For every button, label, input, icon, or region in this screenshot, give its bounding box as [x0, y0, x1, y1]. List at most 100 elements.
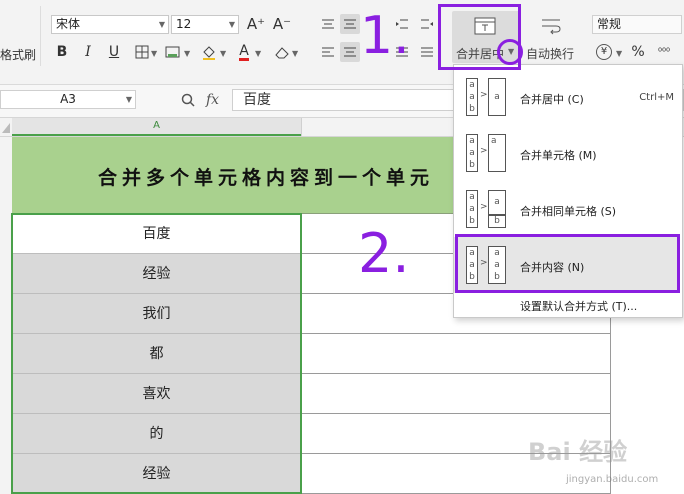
cell-a5[interactable]: 我们 [12, 294, 301, 334]
align-center-icon [344, 47, 356, 57]
chevron-down-icon: ▼ [616, 49, 623, 58]
borders-button[interactable] [132, 42, 152, 62]
font-color-icon: A [239, 42, 249, 61]
formula-value: 百度 [243, 92, 271, 108]
cell-value: 的 [149, 426, 164, 442]
chevron-down-icon: ▼ [255, 49, 262, 58]
chevron-down-icon: ▼ [158, 20, 165, 29]
wrap-text-label: 自动换行 [526, 47, 575, 61]
name-box[interactable]: A3 ▼ [0, 90, 136, 109]
thousands-icon: ⁰⁰⁰ [657, 46, 671, 58]
menu-item-label: 合并单元格 (M) [520, 149, 597, 162]
distributed-button[interactable] [417, 42, 437, 62]
cell-value: 经验 [142, 466, 171, 482]
align-top-button[interactable] [318, 14, 338, 34]
number-format-select[interactable]: 常规 [592, 15, 682, 34]
distributed-icon [421, 47, 433, 57]
outdent-button[interactable] [417, 14, 437, 34]
cell-value: 都 [149, 346, 164, 362]
chevron-down-icon: ▼ [228, 20, 235, 29]
fx-icon[interactable]: fx [206, 92, 219, 108]
merge-cells-option-icon: aab > a [466, 134, 508, 172]
cell-a8[interactable]: 的 [12, 414, 301, 454]
align-middle-button[interactable] [340, 14, 360, 34]
fill-color-button[interactable] [199, 42, 219, 62]
font-size-select[interactable]: 12 ▼ [171, 15, 239, 34]
cell-value: 喜欢 [142, 386, 171, 402]
corner-triangle-icon [2, 123, 10, 133]
merge-same-icon: aab > a b [466, 190, 508, 228]
grow-font-icon: A⁺ [246, 15, 266, 33]
bold-button[interactable]: B [52, 42, 72, 62]
font-color-button[interactable]: A [234, 42, 254, 62]
cell-a9[interactable]: 经验 [12, 454, 301, 494]
borders-icon [135, 45, 149, 59]
wrap-text-button[interactable]: 自动换行 [524, 11, 579, 63]
align-center-button[interactable] [340, 42, 360, 62]
watermark-url: jingyan.baidu.com [566, 474, 659, 485]
column-header-a[interactable]: A [12, 118, 301, 136]
underline-button[interactable]: U [104, 42, 124, 62]
font-name-value: 宋体 [56, 17, 81, 31]
thousands-button[interactable]: ⁰⁰⁰ [654, 42, 674, 62]
magnifier-icon [181, 93, 195, 107]
cell-value: 经验 [142, 266, 171, 282]
eraser-icon [275, 47, 289, 59]
currency-icon: ¥ [596, 44, 612, 60]
title-cell-text: 合并多个单元格内容到一个单元 [98, 167, 435, 189]
align-top-icon [322, 19, 334, 29]
annotation-circle-dropdown [497, 39, 523, 65]
chevron-down-icon: ▼ [220, 49, 227, 58]
annotation-box-merge-content [455, 234, 680, 293]
annotation-step-1: 1. [360, 6, 410, 66]
number-format-value: 常规 [597, 17, 622, 31]
chevron-down-icon: ▼ [125, 95, 132, 104]
percent-icon: % [631, 44, 645, 60]
percent-button[interactable]: % [628, 42, 648, 62]
menu-item-set-default[interactable]: 设置默认合并方式 (T)... [454, 295, 680, 315]
chevron-down-icon: ▼ [184, 49, 191, 58]
cell-style-icon [165, 46, 180, 58]
italic-button[interactable]: I [78, 42, 98, 62]
menu-item-shortcut: Ctrl+M [639, 92, 674, 103]
align-middle-icon [344, 19, 356, 29]
font-size-value: 12 [176, 17, 192, 31]
format-painter-button[interactable]: 格式刷 [0, 6, 41, 66]
cell-b7[interactable] [301, 374, 611, 414]
clear-button[interactable] [272, 42, 292, 62]
format-painter-label: 格式刷 [0, 48, 37, 62]
chevron-down-icon: ▼ [292, 49, 299, 58]
wrap-text-icon [542, 19, 561, 35]
cell-value: 百度 [142, 226, 171, 242]
font-name-select[interactable]: 宋体 ▼ [51, 15, 169, 34]
select-all-corner[interactable] [0, 118, 12, 136]
cell-a7[interactable]: 喜欢 [12, 374, 301, 414]
cell-style-button[interactable] [163, 42, 183, 62]
cell-value: 我们 [142, 306, 171, 322]
annotation-step-2: 2. [358, 222, 410, 285]
menu-footer-label: 设置默认合并方式 (T)... [520, 300, 638, 313]
merge-center-icon: aab > a [466, 78, 508, 116]
menu-item-merge-cells[interactable]: aab > a 合并单元格 (M) [454, 125, 680, 181]
cell-b6[interactable] [301, 334, 611, 374]
align-left-button[interactable] [318, 42, 338, 62]
menu-item-merge-center[interactable]: aab > a 合并居中 (C) Ctrl+M [454, 69, 680, 125]
paint-bucket-icon [203, 46, 215, 60]
shrink-font-button[interactable]: A⁻ [272, 14, 292, 34]
grow-font-button[interactable]: A⁺ [246, 14, 266, 34]
menu-item-merge-same[interactable]: aab > a b 合并相同单元格 (S) [454, 181, 680, 237]
cell-a3[interactable]: 百度 [12, 214, 301, 254]
underline-icon: U [108, 44, 120, 60]
watermark-brand: Bai 经验 [528, 438, 628, 466]
italic-icon: I [85, 44, 91, 60]
name-box-value: A3 [60, 92, 76, 106]
zoom-function-button[interactable] [178, 90, 198, 110]
shrink-font-icon: A⁻ [272, 15, 292, 33]
cell-a4[interactable]: 经验 [12, 254, 301, 294]
currency-button[interactable]: ¥ [594, 42, 614, 62]
outdent-icon [421, 19, 433, 29]
bold-icon: B [56, 44, 68, 60]
cell-a6[interactable]: 都 [12, 334, 301, 374]
menu-item-label: 合并居中 (C) [520, 93, 584, 106]
menu-item-label: 合并相同单元格 (S) [520, 205, 617, 218]
